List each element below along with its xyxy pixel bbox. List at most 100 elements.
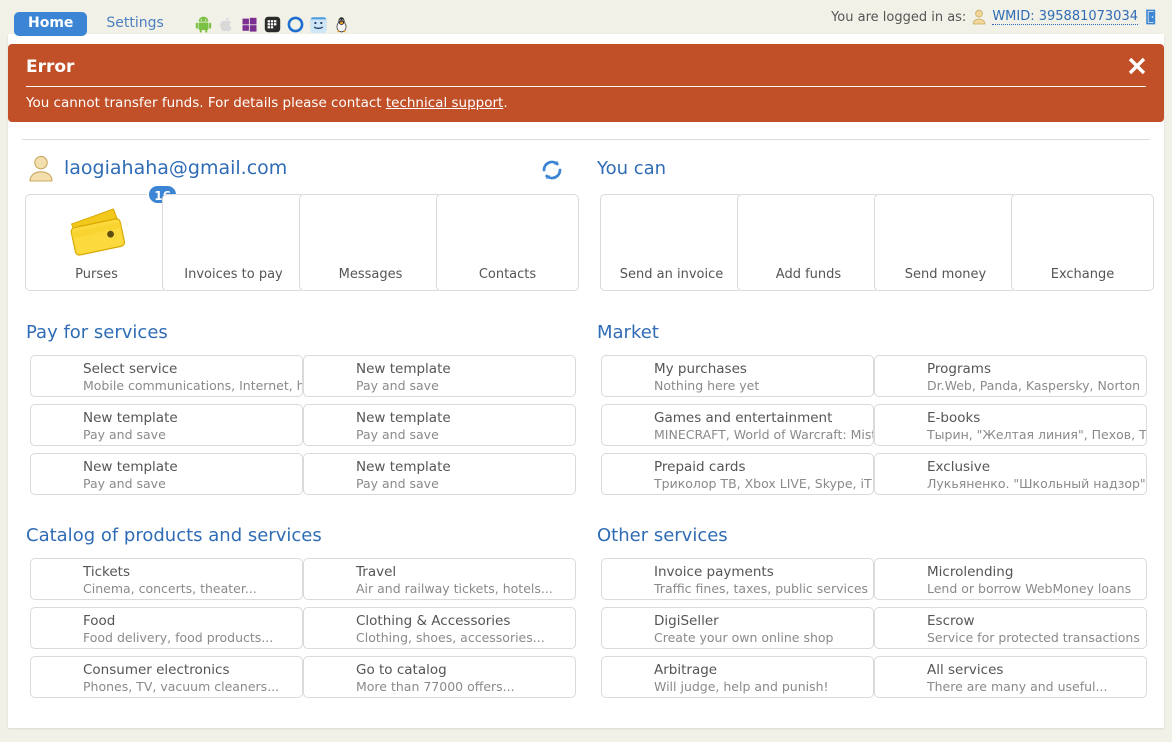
- card-subtitle: Dr.Web, Panda, Kaspersky, Norton: [927, 378, 1140, 393]
- tile-send-an-invoice[interactable]: Send an invoice: [600, 194, 743, 291]
- card-clothing-accessories[interactable]: Clothing & Accessories Clothing, shoes, …: [303, 607, 576, 649]
- tile-label: Add funds: [738, 267, 879, 282]
- card-title: Consumer electronics: [83, 662, 229, 678]
- tile-exchange[interactable]: Exchange: [1011, 194, 1154, 291]
- blackberry-icon[interactable]: [264, 16, 281, 33]
- card-title: Tickets: [83, 564, 130, 580]
- tile-label: Contacts: [437, 267, 578, 282]
- card-e-books[interactable]: E-books Тырин, "Желтая линия", Пехов, Т: [874, 404, 1147, 446]
- card-title: Microlending: [927, 564, 1013, 580]
- avatar-icon: [28, 154, 54, 182]
- card-subtitle: Pay and save: [356, 378, 439, 393]
- close-icon[interactable]: [1126, 55, 1148, 77]
- tile-label: Messages: [300, 267, 441, 282]
- card-subtitle: Lend or borrow WebMoney loans: [927, 581, 1131, 596]
- card-new-template-2[interactable]: New template Pay and save: [30, 404, 303, 446]
- card-all-services[interactable]: All services There are many and useful..…: [874, 656, 1147, 698]
- tile-label: Purses: [26, 267, 167, 282]
- card-title: New template: [83, 410, 178, 426]
- tile-purses[interactable]: Purses 16: [25, 194, 168, 291]
- os-icon-group: [195, 16, 350, 33]
- card-subtitle: Cinema, concerts, theater...: [83, 581, 257, 596]
- tile-messages[interactable]: Messages: [299, 194, 442, 291]
- card-title: New template: [83, 459, 178, 475]
- card-new-template-5[interactable]: New template Pay and save: [303, 453, 576, 495]
- card-subtitle: Create your own online shop: [654, 630, 833, 645]
- tile-add-funds[interactable]: Add funds: [737, 194, 880, 291]
- card-subtitle: Food delivery, food products...: [83, 630, 273, 645]
- tab-home[interactable]: Home: [14, 12, 87, 36]
- apple-icon[interactable]: [218, 16, 235, 33]
- card-subtitle: Pay and save: [83, 476, 166, 491]
- account-email[interactable]: laogiahaha@gmail.com: [64, 157, 287, 179]
- card-subtitle: More than 77000 offers...: [356, 679, 515, 694]
- card-go-to-catalog[interactable]: Go to catalog More than 77000 offers...: [303, 656, 576, 698]
- card-title: My purchases: [654, 361, 747, 377]
- technical-support-link[interactable]: technical support: [386, 95, 503, 111]
- card-food[interactable]: Food Food delivery, food products...: [30, 607, 303, 649]
- card-travel[interactable]: Travel Air and railway tickets, hotels..…: [303, 558, 576, 600]
- card-escrow[interactable]: Escrow Service for protected transaction…: [874, 607, 1147, 649]
- card-subtitle: Триколор ТВ, Xbox LIVE, Skype, iT: [654, 476, 872, 491]
- card-prepaid-cards[interactable]: Prepaid cards Триколор ТВ, Xbox LIVE, Sk…: [601, 453, 874, 495]
- card-title: Prepaid cards: [654, 459, 746, 475]
- card-subtitle: Air and railway tickets, hotels...: [356, 581, 553, 596]
- card-subtitle: Service for protected transactions: [927, 630, 1140, 645]
- card-programs[interactable]: Programs Dr.Web, Panda, Kaspersky, Norto…: [874, 355, 1147, 397]
- card-title: New template: [356, 361, 451, 377]
- card-microlending[interactable]: Microlending Lend or borrow WebMoney loa…: [874, 558, 1147, 600]
- card-invoice-payments[interactable]: Invoice payments Traffic fines, taxes, p…: [601, 558, 874, 600]
- card-subtitle: Pay and save: [83, 427, 166, 442]
- card-tickets[interactable]: Tickets Cinema, concerts, theater...: [30, 558, 303, 600]
- card-subtitle: Pay and save: [356, 476, 439, 491]
- content-divider: [22, 139, 1150, 140]
- card-subtitle: Тырин, "Желтая линия", Пехов, Т: [927, 427, 1147, 442]
- wmid-link[interactable]: WMID: 395881073034: [992, 9, 1138, 25]
- error-title: Error: [26, 57, 74, 77]
- you-can-title: You can: [597, 158, 666, 179]
- section-title-pay-for-services: Pay for services: [26, 322, 168, 343]
- card-title: All services: [927, 662, 1003, 678]
- linux-icon[interactable]: [333, 16, 350, 33]
- card-new-template-3[interactable]: New template Pay and save: [303, 404, 576, 446]
- card-select-service[interactable]: Select service Mobile communications, In…: [30, 355, 303, 397]
- section-title-market: Market: [597, 322, 659, 343]
- purse-icon: [26, 205, 167, 261]
- card-digiseller[interactable]: DigiSeller Create your own online shop: [601, 607, 874, 649]
- card-title: Invoice payments: [654, 564, 774, 580]
- card-exclusive[interactable]: Exclusive Лукьяненко. "Школьный надзор",: [874, 453, 1147, 495]
- card-new-template-1[interactable]: New template Pay and save: [303, 355, 576, 397]
- tab-settings[interactable]: Settings: [92, 12, 177, 36]
- card-subtitle: Nothing here yet: [654, 378, 759, 393]
- card-title: Clothing & Accessories: [356, 613, 510, 629]
- section-title-catalog: Catalog of products and services: [26, 525, 322, 546]
- android-icon[interactable]: [195, 16, 212, 33]
- card-title: DigiSeller: [654, 613, 719, 629]
- tile-invoices-to-pay[interactable]: Invoices to pay: [162, 194, 305, 291]
- card-title: Programs: [927, 361, 991, 377]
- symbian-icon[interactable]: [287, 16, 304, 33]
- refresh-icon[interactable]: [540, 158, 564, 182]
- card-title: Games and entertainment: [654, 410, 832, 426]
- tile-send-money[interactable]: Send money: [874, 194, 1017, 291]
- card-games-and-entertainment[interactable]: Games and entertainment MINECRAFT, World…: [601, 404, 874, 446]
- windows-icon[interactable]: [241, 16, 258, 33]
- card-title: E-books: [927, 410, 980, 426]
- card-subtitle: Лукьяненко. "Школьный надзор",: [927, 476, 1147, 491]
- card-consumer-electronics[interactable]: Consumer electronics Phones, TV, vacuum …: [30, 656, 303, 698]
- card-arbitrage[interactable]: Arbitrage Will judge, help and punish!: [601, 656, 874, 698]
- mac-finder-icon[interactable]: [310, 16, 327, 33]
- card-new-template-4[interactable]: New template Pay and save: [30, 453, 303, 495]
- card-title: New template: [356, 410, 451, 426]
- card-title: Arbitrage: [654, 662, 717, 678]
- top-toolbar: Home Settings: [0, 0, 1172, 30]
- tile-contacts[interactable]: Contacts: [436, 194, 579, 291]
- card-title: Food: [83, 613, 115, 629]
- session-info: You are logged in as: WMID: 395881073034: [831, 8, 1162, 26]
- card-my-purchases[interactable]: My purchases Nothing here yet: [601, 355, 874, 397]
- card-subtitle: Pay and save: [356, 427, 439, 442]
- error-divider: [26, 86, 1146, 87]
- card-subtitle: Will judge, help and punish!: [654, 679, 829, 694]
- card-title: New template: [356, 459, 451, 475]
- exit-icon[interactable]: [1144, 8, 1162, 26]
